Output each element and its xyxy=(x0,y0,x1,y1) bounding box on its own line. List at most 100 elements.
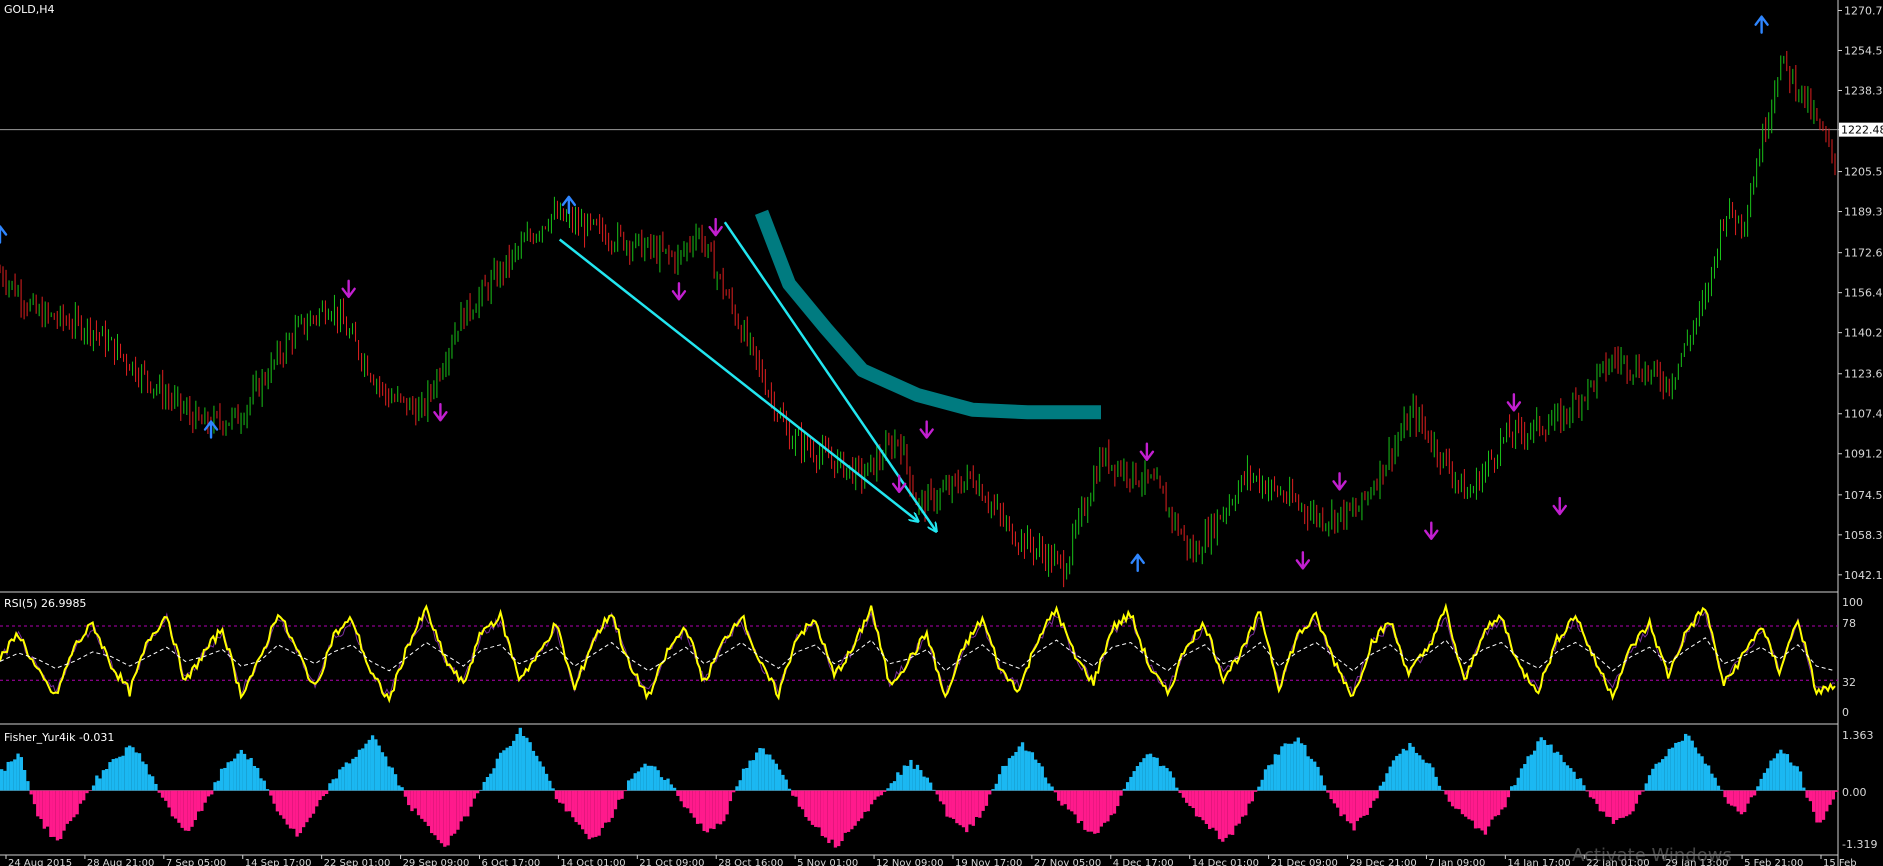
price-tick-label: 1123.60 xyxy=(1844,368,1883,381)
fisher-bar xyxy=(1372,790,1376,801)
fisher-bar xyxy=(1657,762,1662,791)
fisher-bar xyxy=(1299,743,1304,791)
price-tick-label: 1042.15 xyxy=(1844,569,1883,582)
fisher-bar xyxy=(190,790,194,827)
fisher-bar xyxy=(978,790,982,818)
fisher-bar xyxy=(768,754,772,791)
time-tick-label: 21 Oct 09:00 xyxy=(639,858,704,866)
fisher-bar xyxy=(607,790,611,823)
fisher-bar xyxy=(1332,790,1337,804)
fisher-bar xyxy=(439,790,444,844)
fisher-bar xyxy=(256,767,260,791)
price-tick-label: 1205.50 xyxy=(1844,166,1883,179)
fisher-bar xyxy=(1093,790,1097,834)
fisher-bar xyxy=(521,736,526,791)
fisher-bar xyxy=(1326,790,1330,793)
fisher-bar xyxy=(367,739,371,791)
signal-arrow-down xyxy=(708,217,723,237)
fisher-bar xyxy=(600,790,605,828)
fisher-bar xyxy=(1099,790,1103,827)
fisher-bar xyxy=(1112,790,1117,814)
fisher-bar xyxy=(446,790,450,846)
fisher-bar xyxy=(1710,773,1714,791)
fisher-bar xyxy=(1693,747,1698,791)
fisher-bar xyxy=(1631,790,1635,812)
fisher-bar xyxy=(1470,790,1474,821)
time-tick-label: 7 Sep 05:00 xyxy=(166,858,226,866)
fisher-bar xyxy=(1116,790,1120,807)
fisher-bar xyxy=(137,753,142,791)
fisher-bar xyxy=(387,766,391,791)
fisher-bar xyxy=(423,790,427,822)
fisher-bar xyxy=(1362,790,1366,816)
fisher-bar xyxy=(1290,743,1294,791)
fisher-bar xyxy=(1135,766,1140,791)
fisher-bar xyxy=(1835,790,1839,792)
fisher-bar xyxy=(906,765,910,791)
fisher-bar xyxy=(6,761,10,791)
time-tick-label: 21 Dec 09:00 xyxy=(1271,858,1338,866)
fisher-bar xyxy=(1592,790,1596,799)
fisher-bar xyxy=(800,790,805,810)
fisher-bar xyxy=(1168,771,1172,791)
fisher-bar xyxy=(1007,758,1012,791)
fisher-bar xyxy=(866,790,870,812)
fisher-bar xyxy=(525,737,529,791)
fisher-bar xyxy=(961,790,966,828)
fisher-bar xyxy=(334,778,339,791)
fisher-bar xyxy=(518,727,522,791)
fisher-bar xyxy=(482,781,486,791)
fisher-bar xyxy=(1815,790,1819,823)
fisher-bar xyxy=(564,790,568,812)
fisher-bar xyxy=(1368,790,1373,808)
fisher-bar xyxy=(1234,790,1238,826)
fisher-bar xyxy=(1276,754,1281,791)
fisher-bar xyxy=(1477,790,1481,829)
fisher-bar xyxy=(252,765,257,791)
current-price-label: 1222.48 xyxy=(1841,124,1883,137)
fisher-bar xyxy=(1654,763,1658,791)
fisher-bar xyxy=(1464,790,1468,817)
fisher-bar xyxy=(9,761,14,791)
fisher-bar xyxy=(1070,790,1074,812)
fisher-bar xyxy=(1483,790,1488,835)
fisher-bar xyxy=(758,747,762,791)
fisher-bar xyxy=(1030,752,1035,791)
fisher-bar xyxy=(705,790,710,833)
fisher-bar xyxy=(974,790,979,817)
fisher-bar xyxy=(1385,773,1389,791)
fisher-bar xyxy=(1247,790,1251,804)
time-tick-label: 14 Oct 01:00 xyxy=(560,858,625,866)
fisher-bar xyxy=(1641,790,1645,792)
fisher-bar xyxy=(1437,785,1442,791)
fisher-bar xyxy=(196,790,201,812)
fisher-bar xyxy=(328,783,332,791)
fisher-bar xyxy=(837,790,841,847)
fisher-bar xyxy=(932,789,936,791)
fisher-bar xyxy=(1503,790,1507,808)
fisher-bar xyxy=(663,779,667,791)
fisher-bar xyxy=(416,790,421,816)
fisher-bar xyxy=(886,788,890,791)
signal-arrow-up xyxy=(561,195,577,215)
fisher-bar xyxy=(1089,790,1094,832)
fisher-bar xyxy=(636,771,641,791)
fisher-bar xyxy=(925,777,930,791)
fisher-bar xyxy=(1027,751,1031,791)
fisher-bar xyxy=(108,762,112,791)
fisher-bar xyxy=(610,790,614,818)
fisher-bar xyxy=(216,780,220,791)
fisher-bar xyxy=(1480,790,1484,831)
fisher-bar xyxy=(1211,790,1215,828)
fisher-bar xyxy=(1828,790,1832,805)
time-tick-label: 14 Jan 17:00 xyxy=(1507,858,1570,866)
fisher-bar xyxy=(1240,790,1245,817)
signal-arrow-up xyxy=(0,225,8,244)
fisher-bar xyxy=(1487,790,1491,827)
fisher-bar xyxy=(1670,747,1675,791)
fisher-bar xyxy=(988,790,992,795)
fisher-bar xyxy=(814,790,818,827)
fisher-bar xyxy=(472,790,477,799)
fisher-bar xyxy=(1493,790,1497,817)
fisher-bar xyxy=(1779,749,1783,791)
